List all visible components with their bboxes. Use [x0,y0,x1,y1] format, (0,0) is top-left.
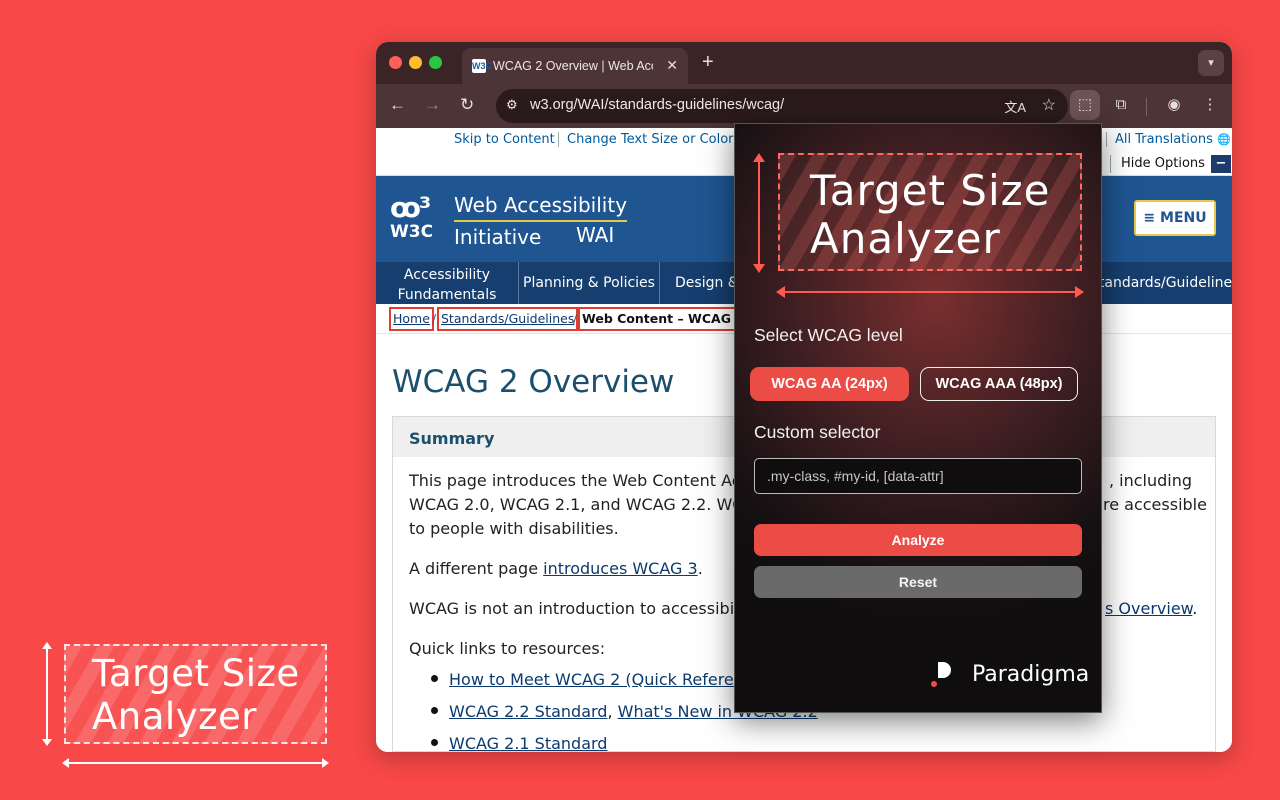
w3c-logo-text: W3C [390,222,434,242]
minus-icon: − [1210,155,1231,173]
breadcrumb-home[interactable]: Home [389,307,434,331]
select-level-label: Select WCAG level [754,325,903,345]
breadcrumb-standards[interactable]: Standards/Guidelines [437,307,579,331]
list-item: WCAG 2.1 Standard [449,732,607,752]
quick-links-label: Quick links to resources: [409,639,606,658]
tab-title: WCAG 2 Overview | Web Acce [493,59,653,73]
paragraph-text: WCAG 2.0, WCAG 2.1, and WCAG 2.2. WCAG [409,495,767,514]
brand-name: Paradigma [972,662,1090,687]
site-settings-icon[interactable]: ⚙ [506,97,518,113]
paragraph-text: A different page [409,559,544,578]
analyze-button[interactable]: Analyze [754,524,1082,556]
puzzle-icon[interactable]: ⧉ [1106,90,1136,120]
bullet [431,739,438,746]
nav-accessibility-fundamentals[interactable]: Accessibility Fundamentals [376,262,519,304]
tab-bar: W3C WCAG 2 Overview | Web Acce ✕ + ▾ [376,42,1232,84]
nav-design[interactable]: Design & [660,262,740,304]
minimize-window-button[interactable] [409,56,422,69]
wai-title-line1: Web Accessibility [454,190,628,222]
translate-icon: 🌐 [1217,133,1231,146]
wcag21-standard-link[interactable]: WCAG 2.1 Standard [449,734,607,752]
paragraph-text: re accessible [1103,495,1207,514]
horizontal-measure-arrow [62,758,329,768]
extension-logo-line2: Analyzer [810,214,1001,263]
close-tab-icon[interactable]: ✕ [666,57,678,74]
menu-button[interactable]: ≡ MENU [1134,200,1216,236]
wcag-aaa-button[interactable]: WCAG AAA (48px) [920,367,1078,401]
url-text: w3.org/WAI/standards-guidelines/wcag/ [530,97,785,113]
custom-selector-label: Custom selector [754,422,881,442]
extension-logo-line1: Target Size [810,166,1051,215]
intro-paragraph: WCAG is not an introduction to accessibi… [409,597,1197,621]
w3c-favicon-icon: W3C [472,59,492,73]
wai-title[interactable]: Web Accessibility Initiative WAI [454,190,628,252]
target-size-extension-icon[interactable]: ⬚ [1070,90,1100,120]
nav-planning-policies[interactable]: Planning & Policies [519,262,660,304]
wcag3-paragraph: A different page introduces WCAG 3. [409,557,703,581]
kebab-menu-icon[interactable]: ⋮ [1195,90,1225,120]
bullet [431,675,438,682]
address-bar[interactable]: ⚙ w3.org/WAI/standards-guidelines/wcag/ … [496,89,1068,123]
change-text-size-link[interactable]: Change Text Size or Colors [558,132,740,147]
tab-search-chevron-icon[interactable]: ▾ [1198,50,1224,76]
summary-paragraph-line1: This page introduces the Web Content Acc… [409,469,1192,493]
star-icon[interactable]: ☆ [1042,95,1056,115]
hide-options-label: Hide Options [1121,156,1205,171]
paragraph-text: . [697,559,703,578]
close-window-button[interactable] [389,56,402,69]
paragraph-text: . [1192,599,1198,618]
summary-paragraph-line3: to people with disabilities. [409,519,619,538]
skip-to-content-link[interactable]: Skip to Content [454,132,555,147]
paragraph-text: WCAG is not an introduction to accessibi… [409,599,762,618]
custom-selector-input[interactable] [754,458,1082,494]
profile-icon[interactable]: ◉ [1159,90,1189,120]
page-title: WCAG 2 Overview [392,364,675,400]
promo-logo-line2: Analyzer [92,695,258,738]
how-to-meet-link[interactable]: How to Meet WCAG 2 (Quick Reference [449,670,763,689]
hide-options-button[interactable]: Hide Options − [1110,155,1231,173]
promo-logo-box: Target Size Analyzer [64,644,327,744]
extension-logo: Target Size Analyzer [778,153,1082,271]
paradigma-logo-icon [931,662,951,687]
toolbar-divider [1146,98,1147,116]
breadcrumb-current: Web Content – WCAG 2 [578,307,749,331]
wcag22-standard-link[interactable]: WCAG 2.2 Standard [449,702,607,721]
breadcrumb-separator: / [573,311,578,326]
promo-logo-line1: Target Size [92,652,300,695]
w3c-logo[interactable]: ꝏ³ W3C [390,191,434,243]
translate-icon[interactable]: 文A [1004,97,1026,116]
summary-paragraph-line2: WCAG 2.0, WCAG 2.1, and WCAG 2.2. WCAG re… [409,493,1207,517]
all-translations-link[interactable]: All Translations 🌐 [1106,132,1231,147]
promo-logo: Target Size Analyzer [40,640,335,770]
reset-button[interactable]: Reset [754,566,1082,598]
list-separator: , [607,702,618,721]
vertical-measure-arrow [753,153,765,273]
paragraph-text: This page introduces the Web Content Acc… [409,471,768,490]
reload-icon[interactable]: ↻ [460,95,474,115]
wcag-aa-button[interactable]: WCAG AA (24px) [750,367,909,401]
nav-standards-guidelines[interactable]: Standards/Guidelines [1090,262,1232,304]
vertical-measure-arrow [42,642,52,746]
list-item: How to Meet WCAG 2 (Quick Reference [449,668,763,692]
paragraph-text: , including [1109,471,1193,490]
wai-abbr: WAI [576,223,615,247]
overview-link[interactable]: s Overview [1105,599,1192,618]
all-translations-label: All Translations [1115,132,1213,147]
breadcrumb-separator: / [432,311,437,326]
w3c-mark-icon: ꝏ³ [390,191,431,224]
tab-wcag-overview[interactable]: W3C WCAG 2 Overview | Web Acce ✕ [462,48,688,84]
overview-link-fragment: s Overview. [1105,597,1197,621]
forward-icon[interactable]: → [424,95,441,115]
introduces-wcag3-link[interactable]: introduces WCAG 3 [543,559,698,578]
maximize-window-button[interactable] [429,56,442,69]
back-icon[interactable]: ← [389,95,406,115]
horizontal-measure-arrow [776,286,1084,298]
bullet [431,707,438,714]
browser-toolbar: ← → ↻ ⚙ w3.org/WAI/standards-guidelines/… [376,84,1232,128]
extension-popup: Target Size Analyzer Select WCAG level W… [734,123,1102,713]
new-tab-icon[interactable]: + [702,51,714,74]
